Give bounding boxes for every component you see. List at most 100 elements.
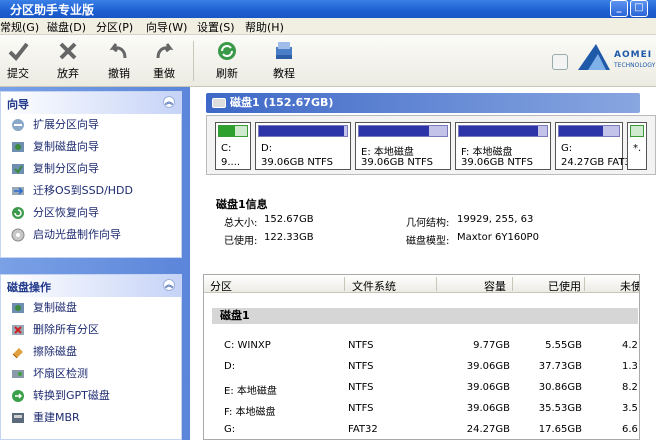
eraser-icon	[12, 348, 23, 359]
cell-capacity: 39.06GB	[466, 382, 510, 393]
column-divider[interactable]	[584, 277, 585, 291]
brand-name: AOMEI	[614, 50, 653, 60]
disk-model-value: Maxtor 6Y160P0	[457, 232, 539, 243]
partition-block-f[interactable]: F: 本地磁盘 39.06GB NTFS	[455, 122, 551, 170]
tutorial-button[interactable]: 教程	[267, 39, 301, 83]
partition-name: D:	[261, 143, 273, 154]
wizard-item-boot-cd[interactable]: 启动光盘制作向导	[1, 224, 181, 246]
disk-group-row[interactable]: 磁盘1	[212, 308, 638, 324]
collapse-icon[interactable]: ︽	[163, 279, 175, 291]
minimize-button[interactable]: _	[610, 0, 628, 17]
menu-partition[interactable]: 分区(P)	[96, 19, 133, 35]
disk-op-label: 复制磁盘	[33, 301, 77, 314]
maximize-button[interactable]: □	[630, 0, 648, 17]
aomei-logo: AOMEI TECHNOLOGY	[576, 42, 655, 75]
column-partition[interactable]: 分区	[210, 278, 232, 294]
wizard-item-label: 复制分区向导	[33, 162, 99, 175]
collapse-icon[interactable]: ︽	[163, 96, 175, 108]
book-icon	[276, 42, 292, 59]
geometry-label: 几何结构:	[406, 218, 450, 229]
disk-header-label: 磁盘1 (152.67GB)	[230, 96, 334, 109]
table-row[interactable]: D: NTFS 39.06GB 37.73GB 1.3	[204, 358, 639, 376]
discard-button[interactable]: 放弃	[51, 39, 85, 83]
disk-header[interactable]: 磁盘1 (152.67GB)	[206, 93, 640, 113]
migrate-os-icon	[12, 187, 24, 195]
usage-bar	[630, 125, 644, 137]
wizard-item-copy-partition[interactable]: 复制分区向导	[1, 158, 181, 180]
cell-filesystem: NTFS	[348, 403, 374, 414]
window-title: 分区助手专业版	[10, 3, 95, 17]
cell-used: 37.73GB	[538, 361, 582, 372]
partition-block-unallocated[interactable]: *.	[627, 122, 647, 170]
partition-block-e[interactable]: E: 本地磁盘 39.06GB NTFS	[355, 122, 451, 170]
usage-bar	[218, 125, 248, 137]
option-checkbox[interactable]	[552, 54, 568, 70]
partition-size: 39.06GB NTFS	[361, 157, 433, 168]
disk-ops-panel-header[interactable]: 磁盘操作 ︽	[1, 275, 181, 297]
table-row[interactable]: E: 本地磁盘 NTFS 39.06GB 30.86GB 8.2	[204, 379, 639, 397]
wizard-item-extend[interactable]: 扩展分区向导	[1, 114, 181, 136]
usage-bar	[558, 125, 620, 137]
cell-unused: 6.6	[622, 424, 638, 435]
disk-map: C: 9.... D: 39.06GB NTFS E: 本地磁盘 39.06GB…	[206, 115, 656, 175]
undo-button[interactable]: 撤销	[102, 39, 136, 83]
cell-partition: G:	[224, 424, 236, 435]
wizard-item-recovery[interactable]: 分区恢复向导	[1, 202, 181, 224]
refresh-label: 刷新	[216, 67, 238, 80]
partition-name: C:	[221, 143, 232, 154]
usage-fill	[559, 126, 603, 136]
wizard-item-copy-disk[interactable]: 复制磁盘向导	[1, 136, 181, 158]
disk-op-rebuild-mbr[interactable]: 重建MBR	[1, 407, 181, 429]
extend-partition-icon	[12, 119, 24, 131]
column-unused[interactable]: 未使	[620, 278, 639, 294]
column-divider[interactable]	[344, 277, 345, 291]
disk-icon	[212, 98, 226, 108]
disk-op-label: 擦除磁盘	[33, 345, 77, 358]
menu-wizard[interactable]: 向导(W)	[146, 19, 187, 35]
disk-op-copy[interactable]: 复制磁盘	[1, 297, 181, 319]
wizard-item-migrate-os[interactable]: 迁移OS到SSD/HDD	[1, 180, 181, 202]
column-capacity[interactable]: 容量	[484, 278, 506, 294]
disk-op-delete-all[interactable]: 删除所有分区	[1, 319, 181, 341]
refresh-button[interactable]: 刷新	[210, 39, 244, 83]
geometry-value: 19929, 255, 63	[457, 214, 534, 225]
usage-bar	[458, 125, 548, 137]
column-divider[interactable]	[512, 277, 513, 291]
disk-op-label: 删除所有分区	[33, 323, 99, 336]
cell-partition: E: 本地磁盘	[224, 386, 277, 397]
disk-model-label: 磁盘模型:	[406, 236, 450, 247]
column-divider[interactable]	[436, 277, 437, 291]
submit-button[interactable]: 提交	[1, 39, 35, 83]
wizard-panel-header[interactable]: 向导 ︽	[1, 92, 181, 114]
disk-op-bad-sector[interactable]: 坏扇区检测	[1, 363, 181, 385]
menu-help[interactable]: 帮助(H)	[245, 19, 284, 35]
table-row[interactable]: G: FAT32 24.27GB 17.65GB 6.6	[204, 421, 639, 439]
partition-block-c[interactable]: C: 9....	[215, 122, 251, 170]
redo-button[interactable]: 重做	[147, 39, 181, 83]
disk-op-label: 坏扇区检测	[33, 367, 88, 380]
partition-block-d[interactable]: D: 39.06GB NTFS	[255, 122, 351, 170]
disk-op-convert-gpt[interactable]: 转换到GPT磁盘	[1, 385, 181, 407]
usage-bar	[258, 125, 348, 137]
cell-capacity: 39.06GB	[466, 403, 510, 414]
column-filesystem[interactable]: 文件系统	[352, 278, 396, 294]
scan-icon	[12, 370, 24, 378]
column-used[interactable]: 已使用	[548, 278, 581, 294]
title-bar: 分区助手专业版 _ □	[0, 0, 656, 18]
table-row[interactable]: C: WINXP NTFS 9.77GB 5.55GB 4.2	[204, 337, 639, 355]
cell-capacity: 9.77GB	[473, 340, 510, 351]
discard-label: 放弃	[57, 67, 79, 80]
disk-op-wipe[interactable]: 擦除磁盘	[1, 341, 181, 363]
menu-disk[interactable]: 磁盘(D)	[47, 19, 86, 35]
table-row[interactable]: F: 本地磁盘 NTFS 39.06GB 35.53GB 3.5	[204, 400, 639, 418]
partition-block-g[interactable]: G: 24.27GB FAT32	[555, 122, 637, 170]
menu-general[interactable]: 常规(G)	[0, 19, 39, 35]
usage-fill	[359, 126, 429, 136]
menu-settings[interactable]: 设置(S)	[197, 19, 235, 35]
total-size-label: 总大小:	[224, 218, 258, 229]
disk-info: 磁盘1信息 总大小: 152.67GB 已使用: 122.33GB 几何结构: …	[206, 192, 640, 254]
refresh-icon	[218, 42, 236, 60]
redo-label: 重做	[153, 67, 175, 80]
cell-filesystem: FAT32	[348, 424, 378, 435]
cell-filesystem: NTFS	[348, 340, 374, 351]
